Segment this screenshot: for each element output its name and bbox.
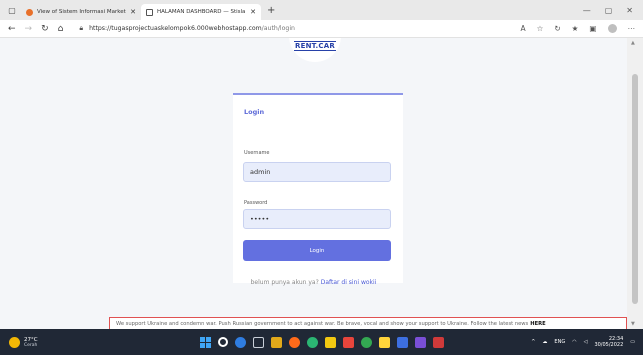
chrome-icon[interactable] — [361, 336, 372, 348]
close-tab-icon[interactable]: ✕ — [250, 8, 256, 16]
new-tab-icon[interactable]: + — [267, 5, 275, 16]
temperature: 27°C — [24, 336, 38, 343]
address-bar[interactable]: 🔒︎ https://tugasprojectuaskelompok6.000w… — [79, 24, 519, 33]
refresh-icon[interactable]: ↻ — [41, 24, 49, 34]
browser-tools: A ☆ ↻ ★ ▣ ⋯ — [521, 24, 643, 33]
maximize-icon[interactable]: ▢ — [605, 6, 613, 15]
scroll-up-icon[interactable]: ▲ — [631, 40, 635, 46]
close-tab-icon[interactable]: ✕ — [130, 8, 136, 16]
url-path: /auth/login — [261, 25, 295, 32]
tab-title: HALAMAN DASHBOARD — Stisla — [157, 9, 246, 15]
close-window-icon[interactable]: ✕ — [626, 6, 633, 15]
signup-text: belum punya akun ya? — [250, 279, 319, 286]
taskbar-apps — [200, 329, 444, 355]
tab-sistem-informasi[interactable]: View of Sistem Informasi Market ✕ — [21, 4, 141, 20]
read-aloud-icon[interactable]: A — [521, 24, 526, 33]
task-view-icon[interactable] — [253, 336, 264, 348]
username-input[interactable]: admin — [243, 162, 391, 182]
app-icon[interactable] — [343, 336, 354, 348]
navigation-buttons: ← → ↻ ⌂ — [8, 24, 63, 34]
search-icon[interactable] — [218, 337, 228, 347]
app-icon[interactable] — [397, 336, 408, 348]
tab-page-icon — [146, 8, 153, 16]
forward-icon[interactable]: → — [25, 24, 33, 34]
app-icon[interactable] — [307, 336, 318, 348]
app-icon[interactable] — [433, 336, 444, 348]
tab-favicon-icon — [26, 8, 33, 16]
refresh-sync-icon[interactable]: ↻ — [554, 24, 560, 33]
minimize-icon[interactable]: — — [583, 6, 591, 15]
signup-prompt: belum punya akun ya? Daftar di sini woki… — [0, 279, 627, 286]
sun-icon — [9, 336, 20, 348]
tab-halaman-dashboard[interactable]: HALAMAN DASHBOARD — Stisla ✕ — [141, 4, 261, 20]
page-viewport: RENT.CAR Login Username admin Password •… — [0, 38, 627, 329]
vertical-scrollbar[interactable]: ▲ ▼ — [627, 38, 643, 329]
start-icon[interactable] — [200, 336, 211, 348]
password-input[interactable]: ••••• — [243, 209, 391, 229]
favorites-icon[interactable]: ★ — [572, 24, 579, 33]
show-hidden-icons-icon[interactable]: ^ — [531, 339, 535, 345]
username-label: Username — [244, 150, 270, 156]
app-icon[interactable] — [415, 336, 426, 348]
window-controls: — ▢ ✕ — [583, 6, 643, 15]
brand-logo: RENT.CAR — [289, 38, 341, 62]
banner-link[interactable]: HERE — [530, 321, 545, 327]
app-icon[interactable] — [379, 336, 390, 348]
signup-link[interactable]: Daftar di sini wokii — [321, 279, 377, 286]
scrollbar-thumb[interactable] — [632, 74, 638, 304]
home-icon[interactable]: ⌂ — [58, 24, 64, 34]
weather-widget[interactable]: 27°C Cerah — [9, 336, 38, 348]
collections-icon[interactable]: ▣ — [589, 24, 596, 33]
language-indicator[interactable]: ENG — [554, 339, 565, 345]
notification-icon[interactable]: ▭ — [630, 339, 635, 345]
back-icon[interactable]: ← — [8, 24, 16, 34]
password-value: ••••• — [250, 215, 270, 223]
volume-icon[interactable]: ◁ — [584, 339, 588, 345]
file-explorer-icon[interactable] — [271, 336, 282, 348]
more-menu-icon[interactable]: ⋯ — [628, 24, 636, 33]
address-toolbar: ← → ↻ ⌂ 🔒︎ https://tugasprojectuaskelomp… — [0, 20, 643, 38]
password-label: Password — [244, 200, 268, 206]
windows-taskbar: 27°C Cerah ^ ☁ ENG ◠ ◁ 22:34 30/05/2022 … — [0, 329, 643, 355]
edge-browser-icon[interactable] — [235, 336, 246, 348]
banner-text: We support Ukraine and condemn war. Push… — [116, 321, 529, 327]
profile-avatar[interactable] — [607, 24, 617, 33]
tab-actions-icon[interactable]: ▢ — [3, 0, 21, 20]
login-button[interactable]: Login — [243, 240, 391, 261]
ukraine-support-banner: We support Ukraine and condemn war. Push… — [109, 317, 627, 329]
scroll-down-icon[interactable]: ▼ — [631, 321, 635, 327]
date: 30/05/2022 — [594, 342, 624, 348]
app-icon[interactable] — [289, 336, 300, 348]
app-icon[interactable] — [325, 336, 336, 348]
username-value: admin — [250, 168, 271, 176]
weather-condition: Cerah — [24, 342, 38, 348]
system-tray: ^ ☁ ENG ◠ ◁ 22:34 30/05/2022 ▭ — [531, 336, 643, 348]
logo-text: RENT.CAR — [294, 41, 336, 51]
favorite-star-icon[interactable]: ☆ — [537, 24, 544, 33]
wifi-icon[interactable]: ◠ — [572, 339, 576, 345]
cloud-icon[interactable]: ☁ — [542, 339, 547, 345]
tab-title: View of Sistem Informasi Market — [37, 9, 126, 15]
lock-icon[interactable]: 🔒︎ — [79, 24, 83, 33]
browser-tab-bar: ▢ View of Sistem Informasi Market ✕ HALA… — [0, 0, 643, 20]
url-host: https://tugasprojectuaskelompok6.000webh… — [89, 25, 262, 32]
clock[interactable]: 22:34 30/05/2022 — [594, 336, 623, 348]
card-title: Login — [244, 108, 265, 116]
login-card: Login Username admin Password ••••• Logi… — [233, 93, 403, 283]
